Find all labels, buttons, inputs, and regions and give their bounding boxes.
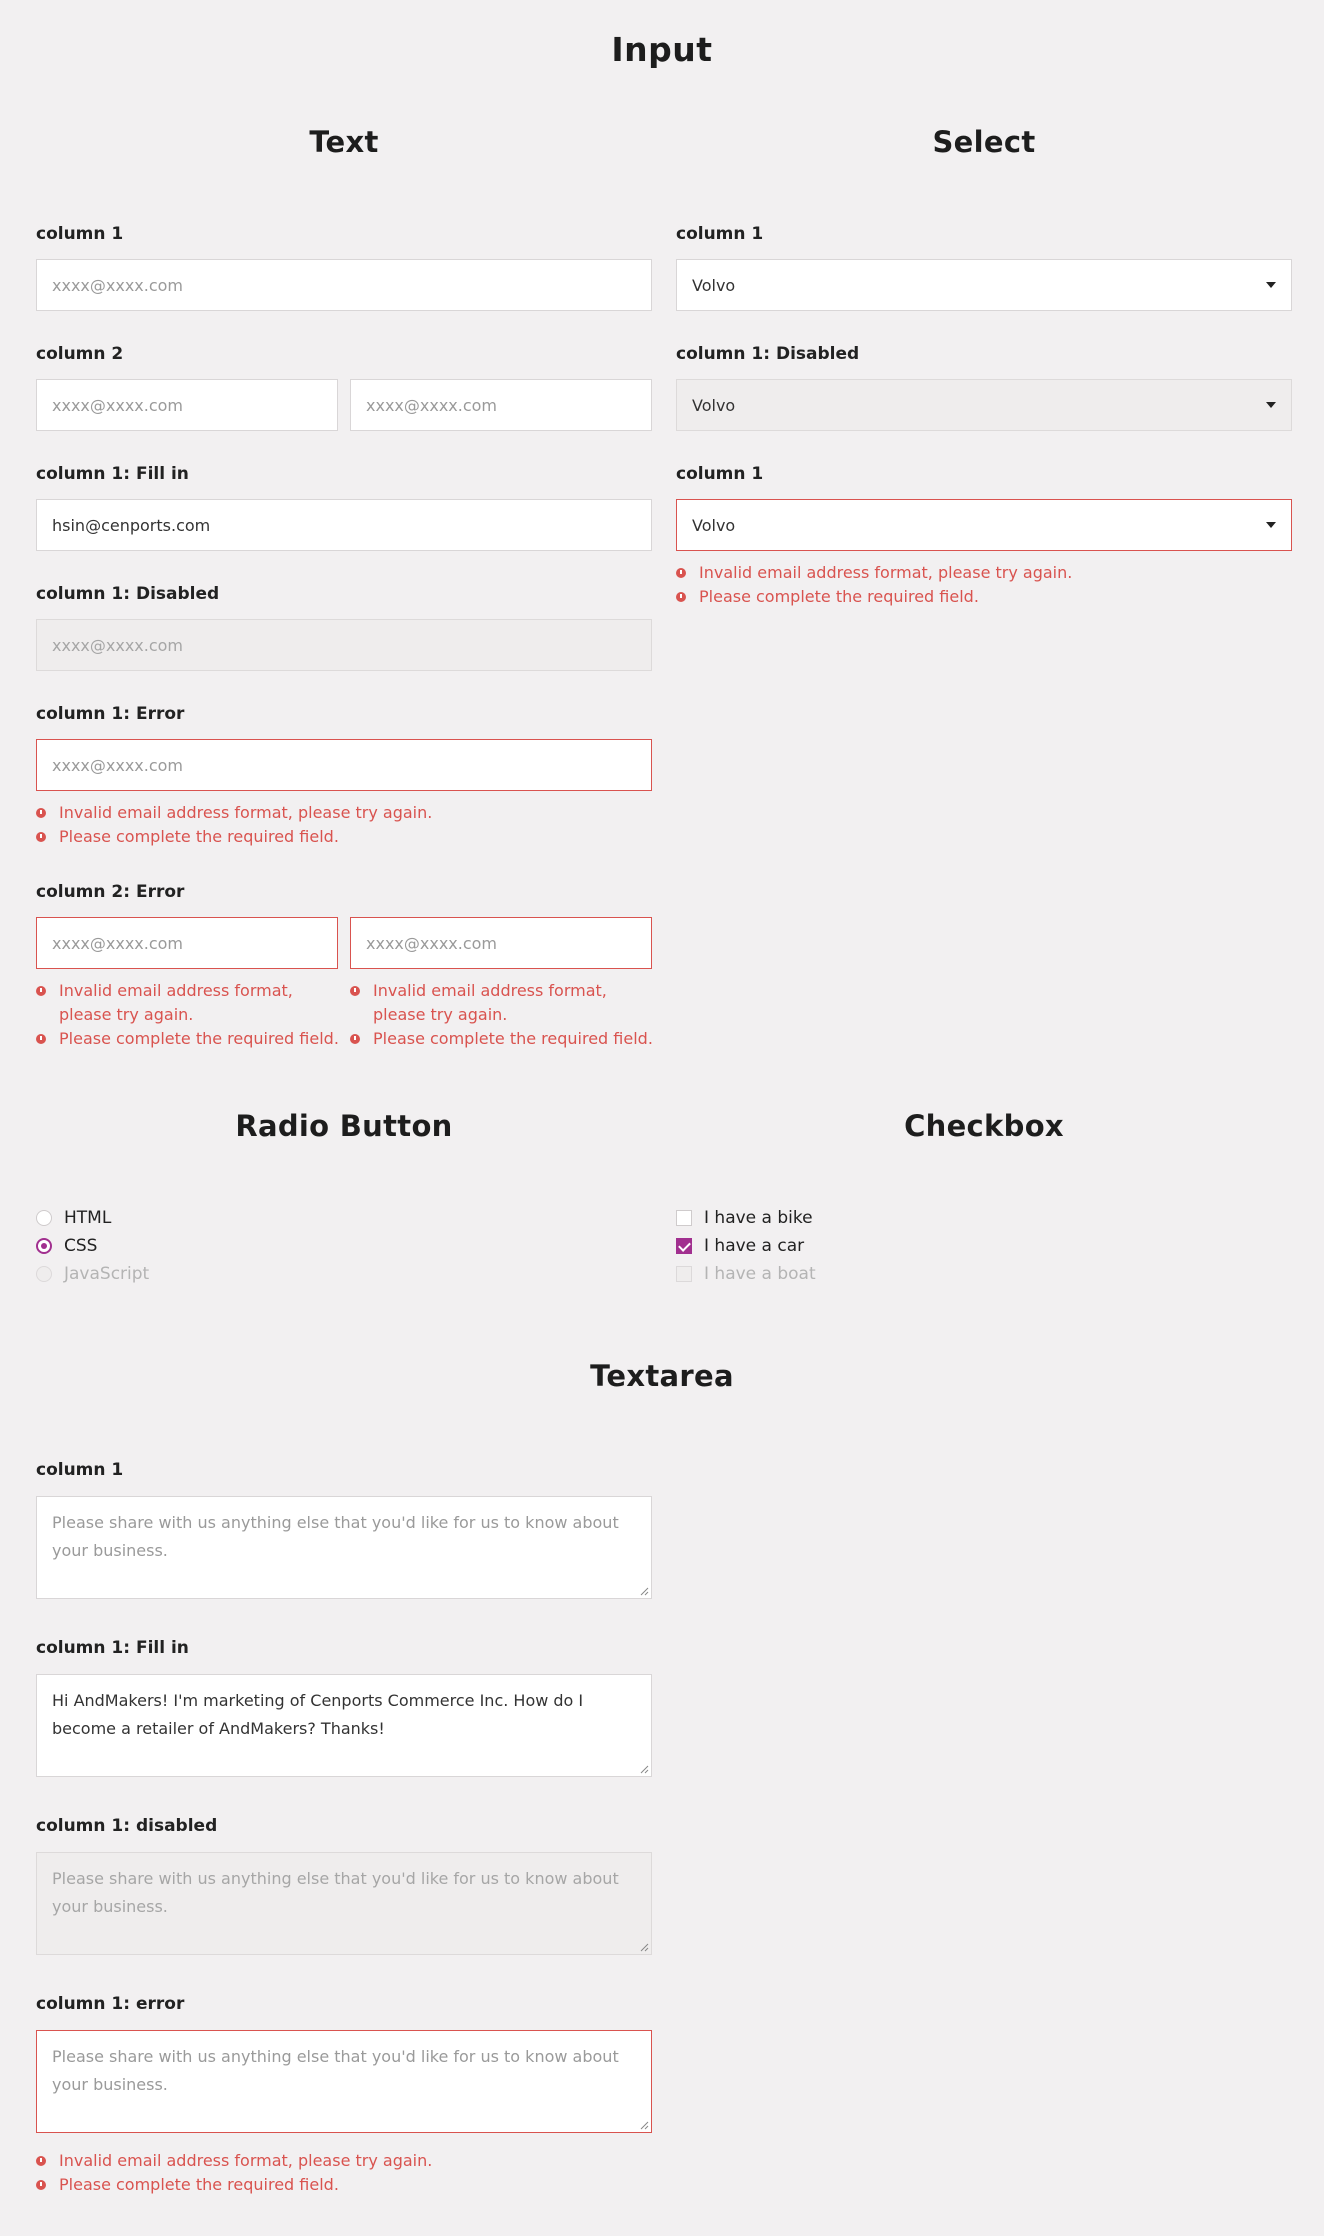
error-message: Invalid email address format, please try… — [36, 979, 342, 1027]
text-error2-input-b[interactable]: xxxx@xxxx.com — [350, 917, 652, 969]
select-value: Volvo — [692, 395, 736, 415]
text-col1-label: column 1 — [36, 224, 124, 244]
select-value: Volvo — [692, 515, 736, 535]
checkbox-section-title: Checkbox — [904, 1109, 1064, 1143]
text-fill-label: column 1: Fill in — [36, 464, 189, 484]
error-message: Invalid email address format, please try… — [36, 2149, 652, 2173]
checkbox-label: I have a boat — [704, 1264, 816, 1284]
select-value: Volvo — [692, 275, 736, 295]
checkbox-option-boat: I have a boat — [676, 1262, 816, 1286]
error-icon — [36, 1034, 46, 1044]
textarea-col1-label: column 1 — [36, 1460, 124, 1480]
error-icon — [36, 2156, 46, 2166]
resize-grip-icon[interactable] — [640, 2121, 649, 2130]
radio-circle[interactable] — [36, 1210, 52, 1226]
text-error-label: column 1: Error — [36, 704, 185, 724]
text-error2-label: column 2: Error — [36, 882, 185, 902]
select-col1-label: column 1 — [676, 224, 764, 244]
resize-grip-icon — [640, 1943, 649, 1952]
radio-option-javascript: JavaScript — [36, 1262, 149, 1286]
page-title: Input — [611, 30, 713, 69]
error-icon — [350, 986, 360, 996]
text-fill-input[interactable]: hsin@cenports.com — [36, 499, 652, 551]
text-error2a-messages: Invalid email address format, please try… — [36, 979, 342, 1051]
error-icon — [36, 808, 46, 818]
error-message: Invalid email address format, please try… — [350, 979, 656, 1027]
radio-label: HTML — [64, 1208, 112, 1228]
radio-option-html[interactable]: HTML — [36, 1206, 111, 1230]
resize-grip-icon[interactable] — [640, 1765, 649, 1774]
checkbox-box[interactable] — [676, 1210, 692, 1226]
text-error2-input-a[interactable]: xxxx@xxxx.com — [36, 917, 338, 969]
checkbox-label: I have a car — [704, 1236, 805, 1256]
text-col2-label: column 2 — [36, 344, 124, 364]
resize-grip-icon[interactable] — [640, 1587, 649, 1596]
text-col1-input[interactable]: xxxx@xxxx.com — [36, 259, 652, 311]
error-icon — [36, 832, 46, 842]
textarea-error[interactable]: Please share with us anything else that … — [36, 2030, 652, 2133]
error-icon — [676, 568, 686, 578]
textarea-section-title: Textarea — [590, 1359, 734, 1393]
text-error2b-messages: Invalid email address format, please try… — [350, 979, 656, 1051]
textarea-error-messages: Invalid email address format, please try… — [36, 2149, 652, 2197]
textarea-col1[interactable]: Please share with us anything else that … — [36, 1496, 652, 1599]
error-message: Please complete the required field. — [36, 2173, 652, 2197]
error-message: Invalid email address format, please try… — [36, 801, 652, 825]
radio-circle — [36, 1266, 52, 1282]
checkbox-label: I have a bike — [704, 1208, 813, 1228]
radio-label: JavaScript — [64, 1264, 150, 1284]
select-disabled-label: column 1: Disabled — [676, 344, 860, 364]
radio-option-css[interactable]: CSS — [36, 1234, 97, 1258]
textarea-disabled: Please share with us anything else that … — [36, 1852, 652, 1955]
text-error-input[interactable]: xxxx@xxxx.com — [36, 739, 652, 791]
checkbox-option-car[interactable]: I have a car — [676, 1234, 804, 1258]
error-icon — [350, 1034, 360, 1044]
checkbox-box[interactable] — [676, 1238, 692, 1254]
textarea-fill[interactable]: Hi AndMakers! I'm marketing of Cenports … — [36, 1674, 652, 1777]
error-icon — [36, 986, 46, 996]
error-message: Please complete the required field. — [36, 825, 652, 849]
radio-circle[interactable] — [36, 1238, 52, 1254]
select-error-messages: Invalid email address format, please try… — [676, 561, 1292, 609]
radio-section-title: Radio Button — [235, 1109, 453, 1143]
error-message: Please complete the required field. — [350, 1027, 656, 1051]
error-message: Please complete the required field. — [676, 585, 1292, 609]
caret-down-icon — [1266, 522, 1276, 528]
caret-down-icon — [1266, 282, 1276, 288]
text-error-messages: Invalid email address format, please try… — [36, 801, 652, 849]
select-disabled: Volvo — [676, 379, 1292, 431]
radio-label: CSS — [64, 1236, 98, 1256]
checkbox-option-bike[interactable]: I have a bike — [676, 1206, 813, 1230]
textarea-error-label: column 1: error — [36, 1994, 185, 2014]
select-error[interactable]: Volvo — [676, 499, 1292, 551]
textarea-disabled-label: column 1: disabled — [36, 1816, 218, 1836]
text-section-title: Text — [309, 125, 379, 159]
error-icon — [36, 2180, 46, 2190]
error-icon — [676, 592, 686, 602]
error-message: Invalid email address format, please try… — [676, 561, 1292, 585]
caret-down-icon — [1266, 402, 1276, 408]
text-disabled-label: column 1: Disabled — [36, 584, 220, 604]
text-col2-input-a[interactable]: xxxx@xxxx.com — [36, 379, 338, 431]
textarea-fill-label: column 1: Fill in — [36, 1638, 189, 1658]
text-disabled-input: xxxx@xxxx.com — [36, 619, 652, 671]
select-error-label: column 1 — [676, 464, 764, 484]
select-col1[interactable]: Volvo — [676, 259, 1292, 311]
checkbox-box — [676, 1266, 692, 1282]
error-message: Please complete the required field. — [36, 1027, 342, 1051]
select-section-title: Select — [932, 125, 1036, 159]
text-col2-input-b[interactable]: xxxx@xxxx.com — [350, 379, 652, 431]
